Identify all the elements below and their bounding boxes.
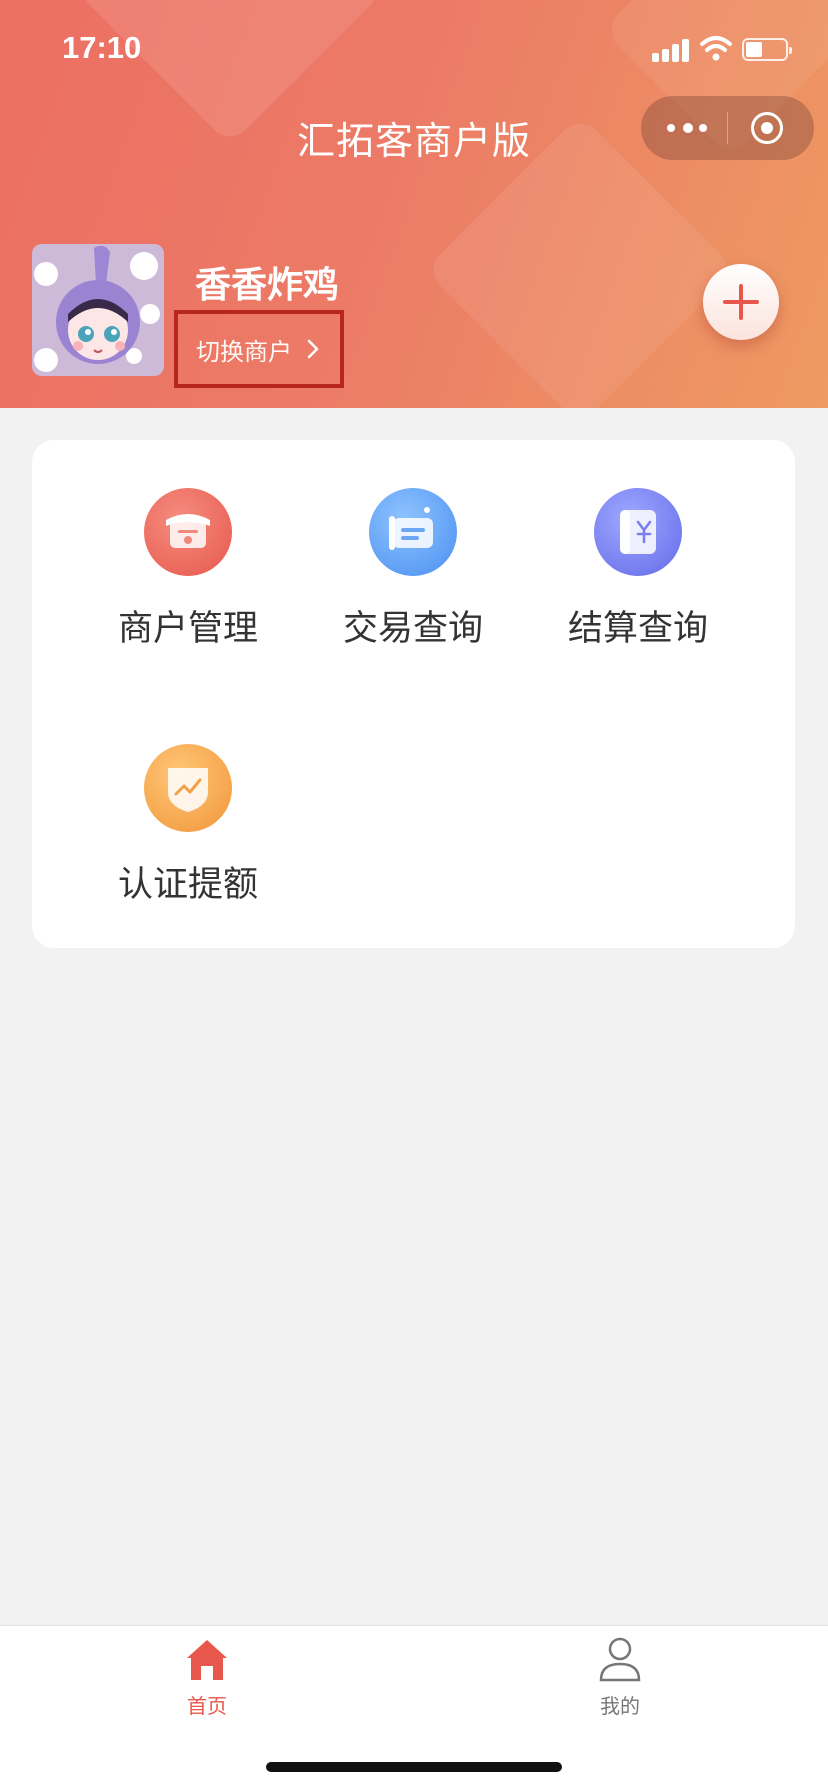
- header: 17:10 汇拓客商户版 香香炸鸡 切换商户: [0, 0, 828, 408]
- switch-merchant-label: 切换商户: [196, 337, 292, 366]
- avatar-illustration: [32, 244, 164, 376]
- tab-label: 首页: [187, 1694, 227, 1718]
- home-icon: [187, 1640, 227, 1680]
- merchant-name: 香香炸鸡: [195, 265, 340, 306]
- capsule-divider: [727, 112, 728, 144]
- certification-icon: [144, 744, 232, 832]
- menu-item-transaction-query[interactable]: 交易查询: [323, 488, 503, 658]
- function-menu-card: 商户管理 交易查询 结算查询 认证提额: [32, 440, 795, 948]
- menu-item-label: 结算查询: [567, 609, 708, 649]
- menu-item-certification-limit[interactable]: 认证提额: [98, 744, 278, 914]
- mini-program-capsule: [641, 96, 814, 160]
- tab-home[interactable]: 首页: [127, 1636, 287, 1726]
- tab-mine[interactable]: 我的: [540, 1636, 700, 1726]
- merchant-avatar[interactable]: [32, 244, 164, 376]
- home-indicator: [266, 1762, 562, 1772]
- menu-item-merchant-management[interactable]: 商户管理: [98, 488, 278, 658]
- add-merchant-button[interactable]: [703, 264, 779, 340]
- status-time: 17:10: [62, 30, 142, 65]
- user-icon: [599, 1637, 641, 1682]
- settlement-icon: [594, 488, 682, 576]
- close-mini-program-icon[interactable]: [751, 112, 783, 144]
- store-icon: [144, 488, 232, 576]
- plus-icon: [723, 284, 759, 320]
- switch-merchant-button[interactable]: 切换商户: [174, 310, 344, 388]
- menu-item-label: 商户管理: [117, 609, 258, 649]
- tab-label: 我的: [600, 1694, 640, 1718]
- status-bar: 17:10: [0, 0, 828, 100]
- wifi-icon: [700, 36, 732, 61]
- menu-item-label: 交易查询: [342, 609, 483, 649]
- chevron-right-icon: [307, 339, 319, 359]
- battery-icon: [742, 38, 792, 61]
- transaction-icon: [369, 488, 457, 576]
- more-icon[interactable]: [665, 117, 709, 139]
- menu-item-label: 认证提额: [117, 865, 258, 905]
- menu-item-settlement-query[interactable]: 结算查询: [548, 488, 728, 658]
- cellular-signal-icon: [652, 38, 692, 62]
